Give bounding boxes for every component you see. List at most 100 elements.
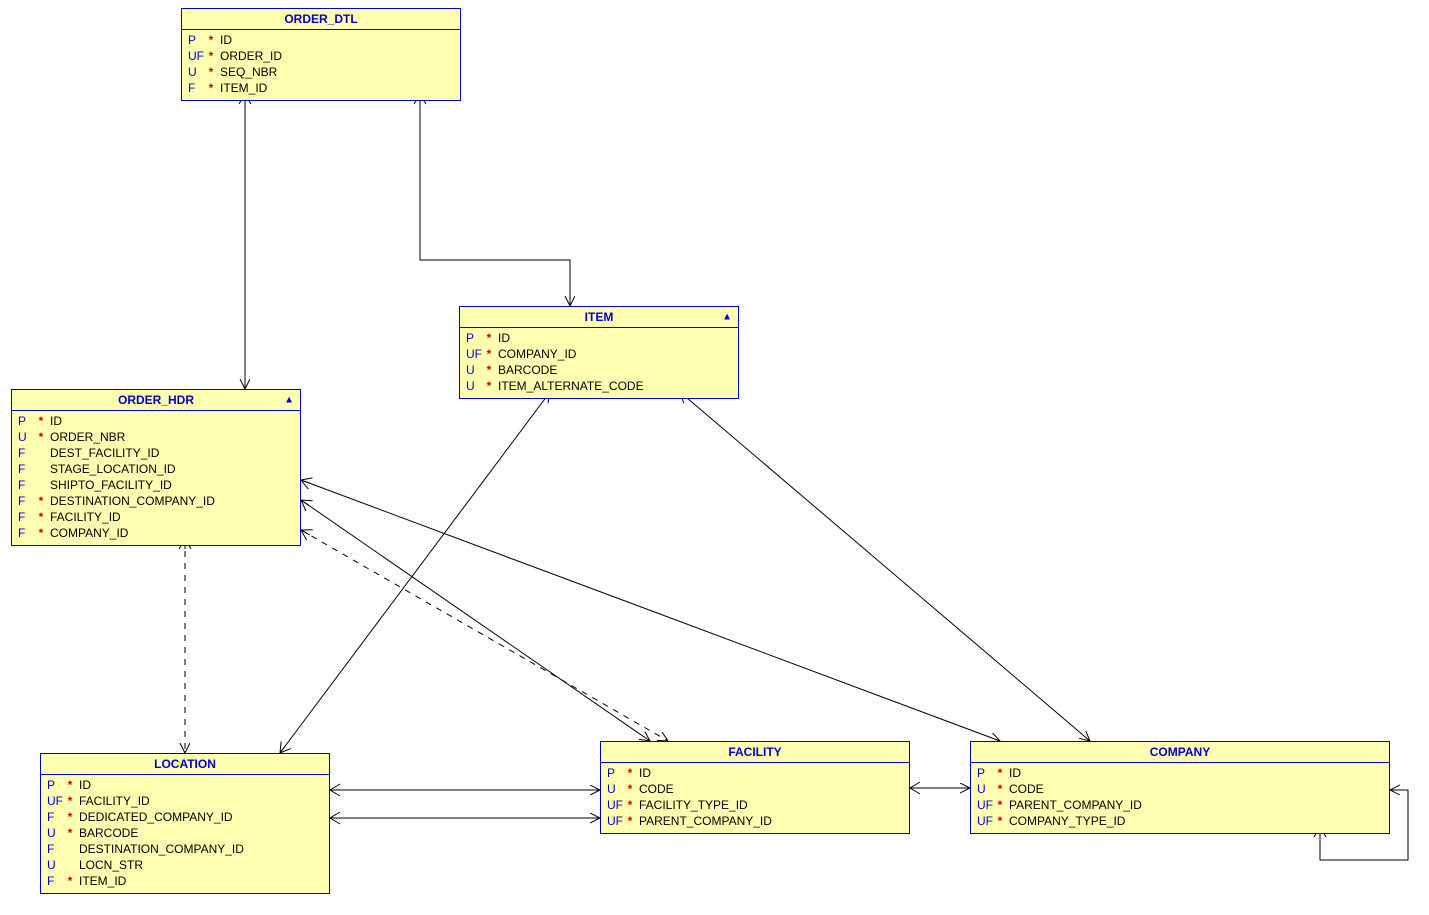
- required-marker: *: [65, 777, 75, 793]
- attribute-flag: F: [47, 809, 65, 825]
- attribute-name: ID: [216, 32, 232, 48]
- required-marker: *: [36, 413, 46, 429]
- attribute-flag: P: [607, 765, 625, 781]
- entity-title: ORDER_DTL: [182, 9, 460, 30]
- attribute-row: F*DEDICATED_COMPANY_ID: [47, 809, 323, 825]
- attribute-flag: F: [18, 493, 36, 509]
- attribute-row: F*ITEM_ID: [47, 873, 323, 889]
- required-marker: *: [625, 781, 635, 797]
- entity-title: FACILITY: [601, 742, 909, 763]
- entity-title: COMPANY: [971, 742, 1389, 763]
- attribute-row: U*BARCODE: [47, 825, 323, 841]
- required-marker: *: [65, 809, 75, 825]
- attribute-name: COMPANY_ID: [494, 346, 576, 362]
- attribute-row: UF*ORDER_ID: [188, 48, 454, 64]
- attribute-name: ID: [635, 765, 651, 781]
- entity-title: ORDER_HDR ▲: [12, 390, 300, 411]
- attribute-flag: F: [18, 477, 36, 493]
- entity-attributes: P*IDUF*FACILITY_IDF*DEDICATED_COMPANY_ID…: [41, 775, 329, 893]
- attribute-name: FACILITY_TYPE_ID: [635, 797, 748, 813]
- attribute-name: PARENT_COMPANY_ID: [1005, 797, 1142, 813]
- required-marker: *: [484, 346, 494, 362]
- required-marker: *: [65, 825, 75, 841]
- attribute-name: BARCODE: [75, 825, 138, 841]
- attribute-flag: P: [188, 32, 206, 48]
- attribute-name: COMPANY_TYPE_ID: [1005, 813, 1125, 829]
- attribute-flag: P: [47, 777, 65, 793]
- attribute-row: U*ITEM_ALTERNATE_CODE: [466, 378, 732, 394]
- attribute-row: F*FACILITY_ID: [18, 509, 294, 525]
- required-marker: *: [36, 509, 46, 525]
- attribute-row: U*ORDER_NBR: [18, 429, 294, 445]
- attribute-flag: UF: [607, 797, 625, 813]
- entity-order-dtl[interactable]: ORDER_DTL P*IDUF*ORDER_IDU*SEQ_NBRF*ITEM…: [181, 8, 461, 101]
- attribute-flag: UF: [47, 793, 65, 809]
- attribute-name: ID: [75, 777, 91, 793]
- attribute-row: UF*FACILITY_ID: [47, 793, 323, 809]
- attribute-name: SEQ_NBR: [216, 64, 277, 80]
- attribute-name: ID: [1005, 765, 1021, 781]
- required-marker: *: [625, 797, 635, 813]
- attribute-flag: P: [977, 765, 995, 781]
- attribute-name: FACILITY_ID: [46, 509, 121, 525]
- attribute-row: UF*COMPANY_TYPE_ID: [977, 813, 1383, 829]
- attribute-name: ITEM_ALTERNATE_CODE: [494, 378, 644, 394]
- attribute-flag: U: [466, 362, 484, 378]
- attribute-row: F SHIPTO_FACILITY_ID: [18, 477, 294, 493]
- attribute-name: PARENT_COMPANY_ID: [635, 813, 772, 829]
- entity-company[interactable]: COMPANY P*IDU*CODEUF*PARENT_COMPANY_IDUF…: [970, 741, 1390, 834]
- attribute-flag: U: [977, 781, 995, 797]
- entity-item[interactable]: ITEM ▲ P*IDUF*COMPANY_IDU*BARCODEU*ITEM_…: [459, 306, 739, 399]
- attribute-flag: F: [18, 461, 36, 477]
- attribute-flag: F: [47, 873, 65, 889]
- required-marker: *: [995, 765, 1005, 781]
- attribute-name: ID: [494, 330, 510, 346]
- attribute-name: STAGE_LOCATION_ID: [46, 461, 176, 477]
- required-marker: *: [995, 813, 1005, 829]
- attribute-flag: U: [47, 857, 65, 873]
- attribute-name: SHIPTO_FACILITY_ID: [46, 477, 172, 493]
- attribute-row: U*CODE: [977, 781, 1383, 797]
- collapse-marker-icon: ▲: [722, 312, 732, 323]
- required-marker: *: [206, 64, 216, 80]
- entity-title-text: LOCATION: [154, 757, 216, 771]
- attribute-flag: UF: [607, 813, 625, 829]
- attribute-row: F*COMPANY_ID: [18, 525, 294, 541]
- attribute-flag: U: [188, 64, 206, 80]
- attribute-row: UF*PARENT_COMPANY_ID: [607, 813, 903, 829]
- attribute-name: LOCN_STR: [75, 857, 143, 873]
- required-marker: *: [995, 797, 1005, 813]
- required-marker: *: [625, 765, 635, 781]
- attribute-row: F*ITEM_ID: [188, 80, 454, 96]
- attribute-flag: U: [47, 825, 65, 841]
- entity-order-hdr[interactable]: ORDER_HDR ▲ P*IDU*ORDER_NBRFDEST_FACILIT…: [11, 389, 301, 546]
- attribute-row: P*ID: [977, 765, 1383, 781]
- attribute-row: FDEST_FACILITY_ID: [18, 445, 294, 461]
- attribute-flag: F: [18, 525, 36, 541]
- attribute-row: UF*COMPANY_ID: [466, 346, 732, 362]
- attribute-row: P*ID: [607, 765, 903, 781]
- entity-location[interactable]: LOCATION P*IDUF*FACILITY_IDF*DEDICATED_C…: [40, 753, 330, 894]
- attribute-name: CODE: [635, 781, 674, 797]
- required-marker: *: [206, 32, 216, 48]
- attribute-flag: U: [607, 781, 625, 797]
- attribute-name: ITEM_ID: [75, 873, 126, 889]
- attribute-row: P*ID: [47, 777, 323, 793]
- attribute-name: DESTINATION_COMPANY_ID: [75, 841, 244, 857]
- attribute-name: COMPANY_ID: [46, 525, 128, 541]
- attribute-flag: P: [466, 330, 484, 346]
- er-diagram-canvas: { "chart_data": { "type": "er-diagram", …: [0, 0, 1429, 915]
- required-marker: *: [484, 378, 494, 394]
- attribute-row: F STAGE_LOCATION_ID: [18, 461, 294, 477]
- entity-title-text: ORDER_HDR: [118, 393, 194, 407]
- attribute-row: U LOCN_STR: [47, 857, 323, 873]
- entity-attributes: P*IDUF*COMPANY_IDU*BARCODEU*ITEM_ALTERNA…: [460, 328, 738, 398]
- entity-facility[interactable]: FACILITY P*IDU*CODEUF*FACILITY_TYPE_IDUF…: [600, 741, 910, 834]
- attribute-row: P*ID: [466, 330, 732, 346]
- entity-attributes: P*IDU*CODEUF*FACILITY_TYPE_IDUF*PARENT_C…: [601, 763, 909, 833]
- attribute-flag: UF: [188, 48, 206, 64]
- attribute-row: P*ID: [188, 32, 454, 48]
- attribute-row: U*BARCODE: [466, 362, 732, 378]
- attribute-row: U*SEQ_NBR: [188, 64, 454, 80]
- attribute-name: CODE: [1005, 781, 1044, 797]
